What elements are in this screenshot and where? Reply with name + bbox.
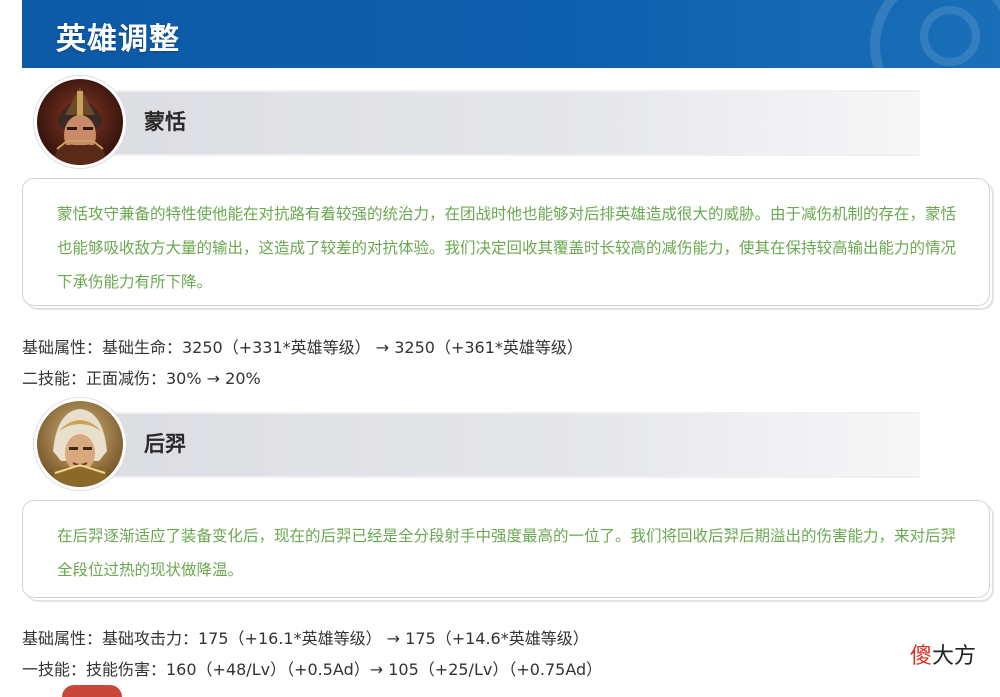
hero-description-box: 在后羿逐渐适应了装备变化后，现在的后羿已经是全分段射手中强度最高的一位了。我们将… — [22, 500, 990, 598]
stat-line: 二技能：正面减伤：30% → 20% — [22, 369, 261, 388]
hero-header-mengtian: 蒙恬 — [22, 76, 1000, 176]
stat-line: 基础属性：基础攻击力：175（+16.1*英雄等级） → 175（+14.6*英… — [22, 629, 589, 648]
hero-description-text: 蒙恬攻守兼备的特性使他能在对抗路有着较强的统治力，在团战时他也能够对后排英雄造成… — [57, 205, 957, 291]
archer-portrait-icon — [37, 401, 123, 487]
next-hero-avatar-peek — [62, 685, 122, 697]
watermark-part-black: 大方 — [932, 644, 977, 669]
hero-name-bar — [100, 90, 920, 156]
hero-name: 蒙恬 — [144, 110, 186, 134]
stat-line: 一技能：技能伤害：160（+48/Lv）（+0.5Ad）→ 105（+25/Lv… — [22, 660, 603, 679]
hero-header-houyi: 后羿 — [22, 398, 1000, 498]
watermark-part-red: 傻 — [910, 644, 933, 669]
hero-avatar-mengtian[interactable] — [34, 76, 126, 168]
section-title: 英雄调整 — [56, 22, 180, 57]
hero-avatar-houyi[interactable] — [34, 398, 126, 490]
warrior-portrait-icon — [37, 79, 123, 165]
hero-name-bar — [100, 412, 920, 478]
watermark-logo: 傻大方 — [910, 638, 976, 670]
hero-description-text: 在后羿逐渐适应了装备变化后，现在的后羿已经是全分段射手中强度最高的一位了。我们将… — [57, 527, 957, 579]
section-header-banner: 英雄调整 — [22, 0, 1000, 68]
decorative-ring-icon — [920, 6, 980, 66]
hero-name: 后羿 — [144, 432, 186, 456]
hero-description-box: 蒙恬攻守兼备的特性使他能在对抗路有着较强的统治力，在团战时他也能够对后排英雄造成… — [22, 178, 990, 306]
stat-line: 基础属性：基础生命：3250（+331*英雄等级） → 3250（+361*英雄… — [22, 338, 583, 357]
